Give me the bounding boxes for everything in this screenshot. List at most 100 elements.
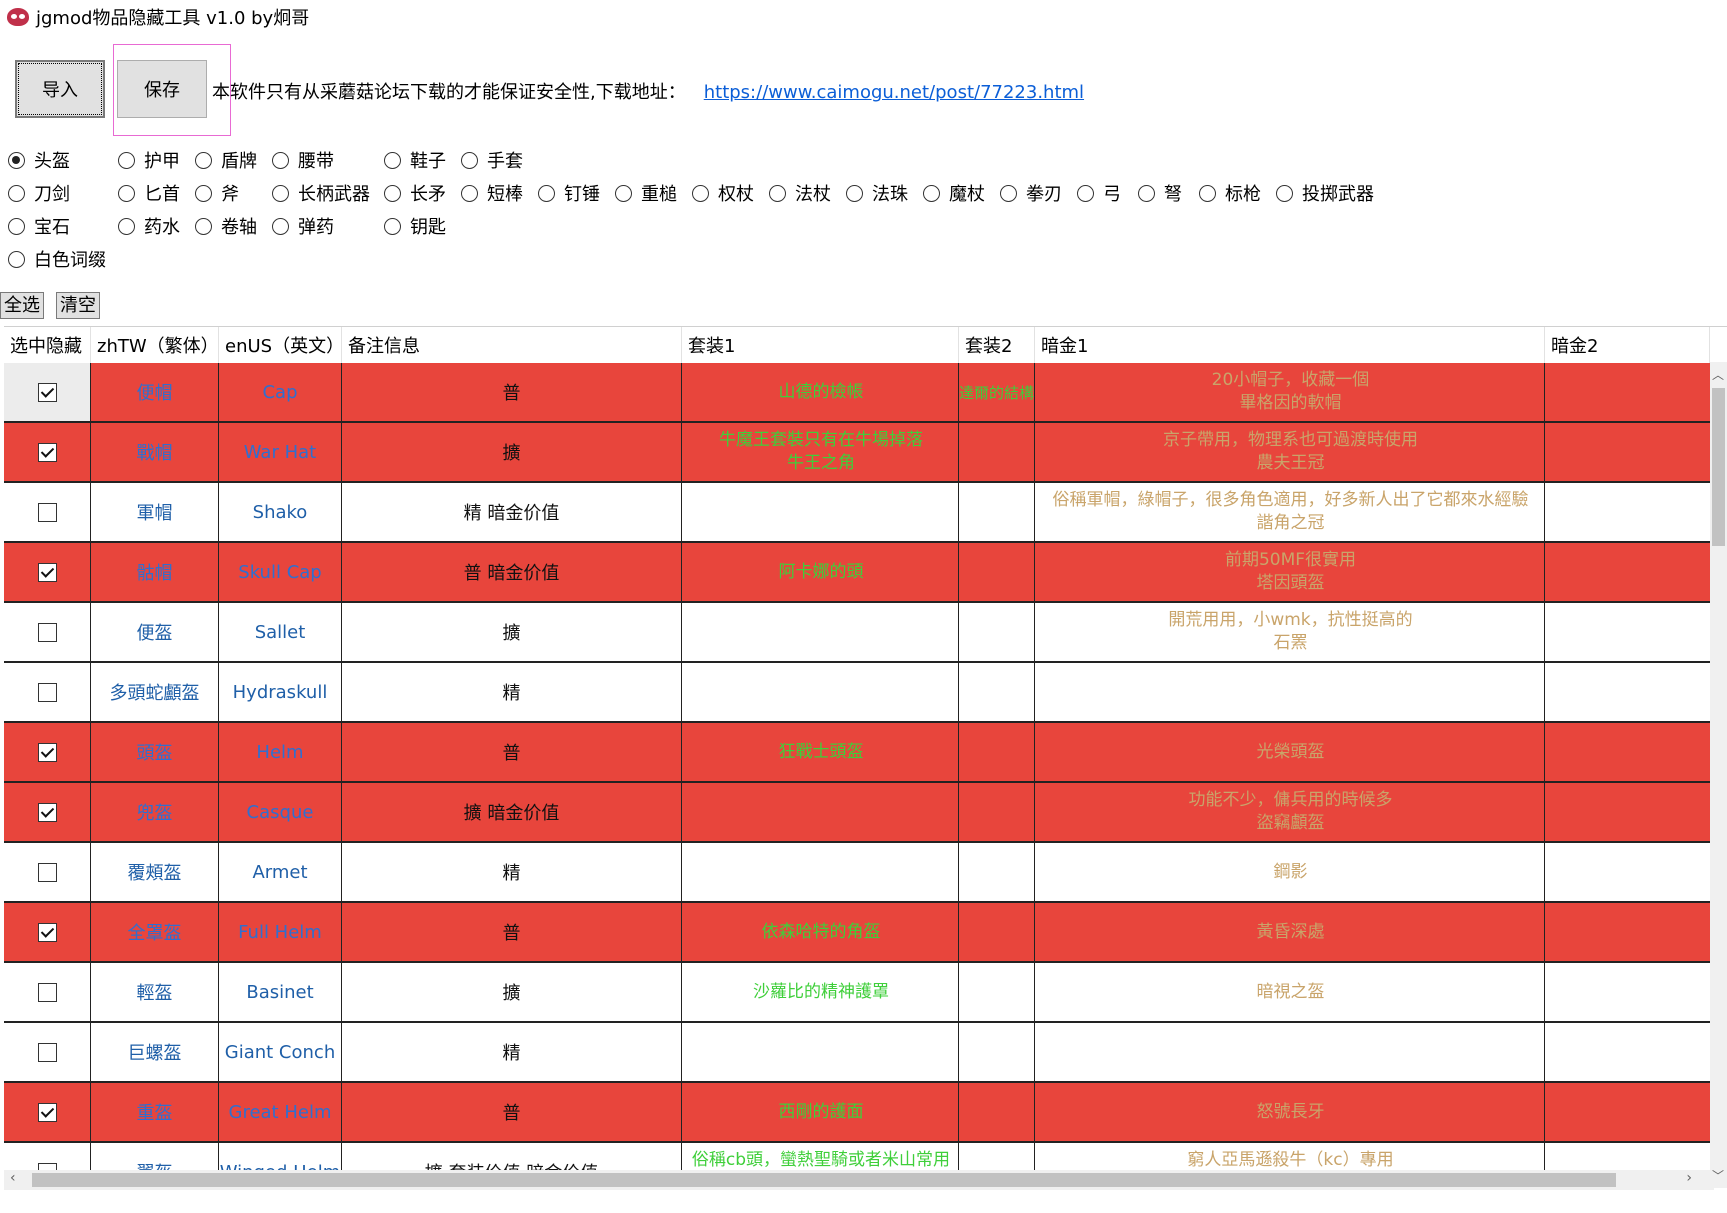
unchecked-checkbox-icon[interactable] (37, 622, 57, 642)
table-row[interactable]: 重盔 Great Helm 普 西剛的護面 怒號長牙 (4, 1083, 1710, 1143)
category-radio[interactable]: 斧 (195, 180, 239, 206)
category-radio[interactable]: 手套 (461, 147, 523, 173)
column-header[interactable]: zhTW（繁体） (91, 327, 219, 363)
table-row[interactable]: 便盔 Sallet 擴 開荒用用，小wmk，抗性挺高的 石罴 (4, 603, 1710, 663)
radio-button-icon[interactable] (538, 184, 555, 202)
category-radio[interactable]: 药水 (118, 213, 180, 239)
checked-checkbox-icon[interactable] (37, 802, 57, 822)
category-radio[interactable]: 卷轴 (195, 213, 257, 239)
category-radio[interactable]: 护甲 (118, 147, 180, 173)
column-header[interactable]: 暗金1 (1035, 327, 1545, 363)
radio-button-icon[interactable] (769, 184, 786, 202)
category-radio[interactable]: 重槌 (615, 180, 677, 206)
checked-checkbox-icon[interactable] (37, 442, 57, 462)
hide-checkbox-cell[interactable] (4, 783, 91, 841)
radio-button-icon[interactable] (461, 184, 478, 202)
category-radio[interactable]: 弩 (1138, 180, 1182, 206)
clear-button[interactable]: 清空 (56, 292, 100, 319)
radio-button-icon[interactable] (1276, 184, 1293, 202)
category-radio[interactable]: 宝石 (8, 213, 70, 239)
table-row[interactable]: 軍帽 Shako 精 暗金价值 俗稱軍帽，綠帽子，很多角色適用，好多新人出了它都來水經… (4, 483, 1710, 543)
radio-button-icon[interactable] (1138, 184, 1155, 202)
column-header[interactable]: 暗金2 (1545, 327, 1710, 363)
radio-button-icon[interactable] (1000, 184, 1017, 202)
table-row[interactable]: 戰帽 War Hat 擴牛魔王套裝只有在牛場掉落 牛王之角 京子帶用，物理系也可過渡時使… (4, 423, 1710, 483)
category-radio[interactable]: 长矛 (384, 180, 446, 206)
category-radio[interactable]: 法珠 (846, 180, 908, 206)
hide-checkbox-cell[interactable] (4, 483, 91, 541)
radio-button-icon[interactable] (195, 151, 212, 169)
checked-checkbox-icon[interactable] (37, 742, 57, 762)
category-radio[interactable]: 头盔 (8, 147, 70, 173)
radio-button-icon[interactable] (384, 217, 401, 235)
vertical-scroll-thumb[interactable] (1712, 388, 1725, 546)
column-header[interactable]: 套装2 (959, 327, 1035, 363)
table-row[interactable]: 多頭蛇顱盔 Hydraskull 精 (4, 663, 1710, 723)
hide-checkbox-cell[interactable] (4, 963, 91, 1021)
radio-button-icon[interactable] (8, 151, 25, 169)
table-row[interactable]: 骷帽 Skull Cap 普 暗金价值 阿卡娜的頭 前期50MF很實用 塔因頭盔 (4, 543, 1710, 603)
scroll-down-icon[interactable]: ﹀ (1712, 1167, 1724, 1184)
unchecked-checkbox-icon[interactable] (37, 862, 57, 882)
import-button[interactable]: 导入 (15, 60, 105, 118)
hide-checkbox-cell[interactable] (4, 1023, 91, 1081)
hide-checkbox-cell[interactable] (4, 903, 91, 961)
hide-checkbox-cell[interactable] (4, 843, 91, 901)
scroll-right-icon[interactable]: › (1686, 1170, 1692, 1186)
category-radio[interactable]: 钥匙 (384, 213, 446, 239)
category-radio[interactable]: 弹药 (272, 213, 334, 239)
radio-button-icon[interactable] (692, 184, 709, 202)
column-header[interactable]: 选中隐藏 (4, 327, 91, 363)
category-radio[interactable]: 权杖 (692, 180, 754, 206)
hide-checkbox-cell[interactable] (4, 1083, 91, 1141)
hide-checkbox-cell[interactable] (4, 603, 91, 661)
checked-checkbox-icon[interactable] (37, 382, 57, 402)
radio-button-icon[interactable] (8, 184, 25, 202)
radio-button-icon[interactable] (8, 217, 25, 235)
radio-button-icon[interactable] (384, 184, 401, 202)
select-all-button[interactable]: 全选 (0, 292, 44, 319)
category-radio[interactable]: 钉锤 (538, 180, 600, 206)
hide-checkbox-cell[interactable] (4, 663, 91, 721)
table-row[interactable]: 兜盔 Casque 擴 暗金价值 功能不少，傭兵用的時候多 盜竊顱盔 (4, 783, 1710, 843)
category-radio[interactable]: 魔杖 (923, 180, 985, 206)
scroll-left-icon[interactable]: ‹ (10, 1170, 16, 1186)
column-header[interactable]: 备注信息 (342, 327, 682, 363)
radio-button-icon[interactable] (1199, 184, 1216, 202)
table-row[interactable]: 覆頰盔 Armet 精 鋼影 (4, 843, 1710, 903)
horizontal-scroll-thumb[interactable] (32, 1173, 1616, 1187)
radio-button-icon[interactable] (272, 151, 289, 169)
table-row[interactable]: 便帽 Cap 普山德的檢帳 達爾的結構 20小帽子，收藏一個 畢格因的軟帽 (4, 363, 1710, 423)
radio-button-icon[interactable] (461, 151, 478, 169)
radio-button-icon[interactable] (118, 217, 135, 235)
horizontal-scrollbar[interactable]: ‹ › (4, 1170, 1714, 1190)
hide-checkbox-cell[interactable] (4, 723, 91, 781)
unchecked-checkbox-icon[interactable] (37, 1042, 57, 1062)
hide-checkbox-cell[interactable] (4, 543, 91, 601)
radio-button-icon[interactable] (1077, 184, 1094, 202)
table-row[interactable]: 巨螺盔 Giant Conch 精 (4, 1023, 1710, 1083)
category-radio[interactable]: 匕首 (118, 180, 180, 206)
radio-button-icon[interactable] (118, 151, 135, 169)
radio-button-icon[interactable] (384, 151, 401, 169)
category-radio[interactable]: 标枪 (1199, 180, 1261, 206)
unchecked-checkbox-icon[interactable] (37, 682, 57, 702)
category-radio[interactable]: 拳刃 (1000, 180, 1062, 206)
unchecked-checkbox-icon[interactable] (37, 982, 57, 1002)
column-header[interactable]: 套装1 (682, 327, 959, 363)
scroll-up-icon[interactable]: ︿ (1712, 366, 1724, 383)
radio-button-icon[interactable] (846, 184, 863, 202)
radio-button-icon[interactable] (272, 184, 289, 202)
category-radio[interactable]: 弓 (1077, 180, 1121, 206)
category-radio[interactable]: 短棒 (461, 180, 523, 206)
hide-checkbox-cell[interactable] (4, 423, 91, 481)
radio-button-icon[interactable] (195, 217, 212, 235)
category-radio[interactable]: 法杖 (769, 180, 831, 206)
category-radio[interactable]: 刀剑 (8, 180, 70, 206)
table-row[interactable]: 全罩盔 Full Helm 普 依森哈特的角盔 黃昏深處 (4, 903, 1710, 963)
checked-checkbox-icon[interactable] (37, 1102, 57, 1122)
table-row[interactable]: 頭盔 Helm 普 狂戰士頭盔 光榮頭盔 (4, 723, 1710, 783)
table-row[interactable]: 輕盔 Basinet 擴 沙蘿比的精神護罩 暗視之盔 (4, 963, 1710, 1023)
checked-checkbox-icon[interactable] (37, 562, 57, 582)
save-button[interactable]: 保存 (117, 60, 207, 118)
